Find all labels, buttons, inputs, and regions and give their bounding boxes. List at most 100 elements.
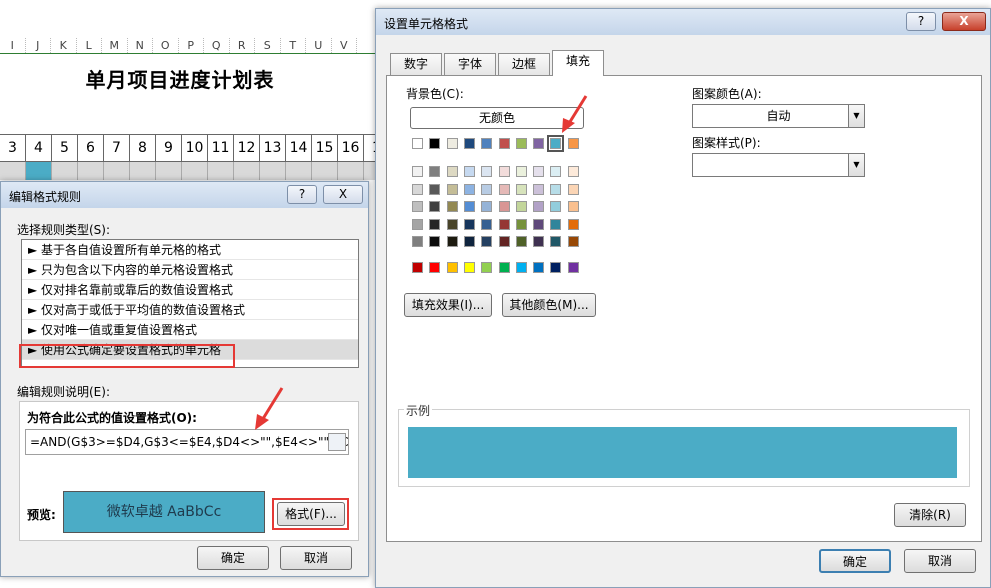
fill-effects-button[interactable]: 填充效果(I)...	[404, 293, 492, 317]
pattern-style-select[interactable]: ▼	[692, 153, 865, 177]
color-swatch[interactable]	[515, 183, 527, 195]
day-cell[interactable]: 11	[208, 135, 234, 161]
color-swatch[interactable]	[412, 138, 423, 149]
column-header[interactable]: N	[128, 38, 153, 53]
color-swatch[interactable]	[481, 201, 493, 212]
column-header[interactable]: Q	[204, 38, 230, 53]
color-swatch[interactable]	[567, 138, 579, 149]
gantt-cell[interactable]	[156, 162, 182, 180]
color-swatch[interactable]	[446, 138, 458, 149]
day-cell[interactable]: 6	[78, 135, 104, 161]
color-swatch[interactable]	[481, 166, 493, 177]
help-button[interactable]: ?	[906, 12, 936, 31]
rule-type-item[interactable]: ► 仅对唯一值或重复值设置格式	[22, 320, 358, 340]
column-header[interactable]: K	[51, 38, 77, 53]
color-swatch[interactable]	[547, 135, 565, 152]
gantt-cell[interactable]	[104, 162, 130, 180]
color-swatch[interactable]	[567, 166, 579, 177]
color-swatch[interactable]	[550, 218, 562, 230]
day-cell[interactable]: 8	[130, 135, 156, 161]
day-cell[interactable]: 3	[0, 135, 26, 161]
color-swatch[interactable]	[498, 201, 510, 212]
color-swatch[interactable]	[412, 262, 423, 273]
color-swatch[interactable]	[533, 201, 545, 212]
gantt-cell[interactable]	[208, 162, 234, 180]
color-swatch[interactable]	[429, 183, 441, 195]
color-swatch[interactable]	[567, 236, 579, 247]
chevron-down-icon[interactable]: ▼	[848, 105, 864, 127]
gantt-cell[interactable]	[312, 162, 338, 180]
column-header[interactable]: R	[230, 38, 255, 53]
color-swatch[interactable]	[446, 183, 458, 195]
day-cell[interactable]: 16	[338, 135, 364, 161]
rule-type-item[interactable]: ► 基于各自值设置所有单元格的格式	[22, 240, 358, 260]
color-swatch[interactable]	[412, 166, 423, 177]
color-swatch[interactable]	[463, 218, 475, 230]
color-swatch[interactable]	[446, 218, 458, 230]
day-cell[interactable]: 5	[52, 135, 78, 161]
color-swatch[interactable]	[463, 201, 475, 212]
gantt-cell[interactable]	[286, 162, 312, 180]
more-colors-button[interactable]: 其他颜色(M)...	[502, 293, 596, 317]
day-cell[interactable]: 7	[104, 135, 130, 161]
color-swatch[interactable]	[533, 166, 545, 177]
day-cell[interactable]: 10	[182, 135, 208, 161]
color-swatch[interactable]	[446, 166, 458, 177]
color-swatch[interactable]	[481, 236, 493, 247]
color-swatch[interactable]	[550, 262, 562, 273]
color-swatch[interactable]	[498, 138, 510, 149]
color-swatch[interactable]	[412, 236, 423, 247]
range-select-icon[interactable]	[328, 433, 346, 451]
formula-input[interactable]: =AND(G$3>=$D4,G$3<=$E4,$D4<>"",$E4<>"",$…	[25, 429, 349, 455]
cancel-button[interactable]: 取消	[280, 546, 352, 570]
rule-type-item[interactable]: ► 只为包含以下内容的单元格设置格式	[22, 260, 358, 280]
color-swatch[interactable]	[481, 218, 493, 230]
color-swatch[interactable]	[412, 218, 423, 230]
day-cell[interactable]: 14	[286, 135, 312, 161]
day-cell[interactable]: 9	[156, 135, 182, 161]
color-swatch[interactable]	[463, 166, 475, 177]
day-cell[interactable]: 12	[234, 135, 260, 161]
column-header[interactable]: I	[0, 38, 26, 53]
column-header[interactable]: O	[153, 38, 179, 53]
day-cell[interactable]: 4	[26, 135, 52, 161]
color-swatch[interactable]	[429, 218, 441, 230]
color-swatch[interactable]	[533, 218, 545, 230]
color-swatch[interactable]	[498, 262, 510, 273]
tab-border[interactable]: 边框	[498, 53, 550, 75]
gantt-cell[interactable]	[338, 162, 364, 180]
color-swatch[interactable]	[550, 166, 562, 177]
tab-font[interactable]: 字体	[444, 53, 496, 75]
color-swatch[interactable]	[567, 201, 579, 212]
color-swatch[interactable]	[515, 236, 527, 247]
color-swatch[interactable]	[429, 201, 441, 212]
column-header[interactable]: T	[281, 38, 306, 53]
close-button[interactable]: X	[942, 12, 986, 31]
rule-type-item[interactable]: ► 仅对排名靠前或靠后的数值设置格式	[22, 280, 358, 300]
ok-button[interactable]: 确定	[197, 546, 269, 570]
color-swatch[interactable]	[533, 262, 545, 273]
rule-type-list[interactable]: ► 基于各自值设置所有单元格的格式 ► 只为包含以下内容的单元格设置格式 ► 仅对排…	[21, 239, 359, 368]
color-swatch[interactable]	[463, 138, 475, 149]
color-swatch[interactable]	[446, 236, 458, 247]
color-swatch[interactable]	[567, 262, 579, 273]
color-swatch[interactable]	[446, 262, 458, 273]
color-swatch[interactable]	[515, 218, 527, 230]
column-header[interactable]: P	[179, 38, 204, 53]
color-swatch[interactable]	[429, 236, 441, 247]
column-header[interactable]: J	[26, 38, 51, 53]
color-swatch[interactable]	[463, 183, 475, 195]
cancel-button[interactable]: 取消	[904, 549, 976, 573]
tab-number[interactable]: 数字	[390, 53, 442, 75]
color-swatch[interactable]	[533, 138, 545, 149]
help-button[interactable]: ?	[287, 185, 317, 204]
clear-button[interactable]: 清除(R)	[894, 503, 966, 527]
tab-fill[interactable]: 填充	[552, 50, 604, 76]
gantt-cell[interactable]	[26, 162, 52, 180]
close-button[interactable]: X	[323, 185, 363, 204]
gantt-cell[interactable]	[260, 162, 286, 180]
column-header[interactable]: M	[102, 38, 128, 53]
day-cell[interactable]: 15	[312, 135, 338, 161]
color-swatch[interactable]	[429, 262, 441, 273]
color-swatch[interactable]	[515, 262, 527, 273]
